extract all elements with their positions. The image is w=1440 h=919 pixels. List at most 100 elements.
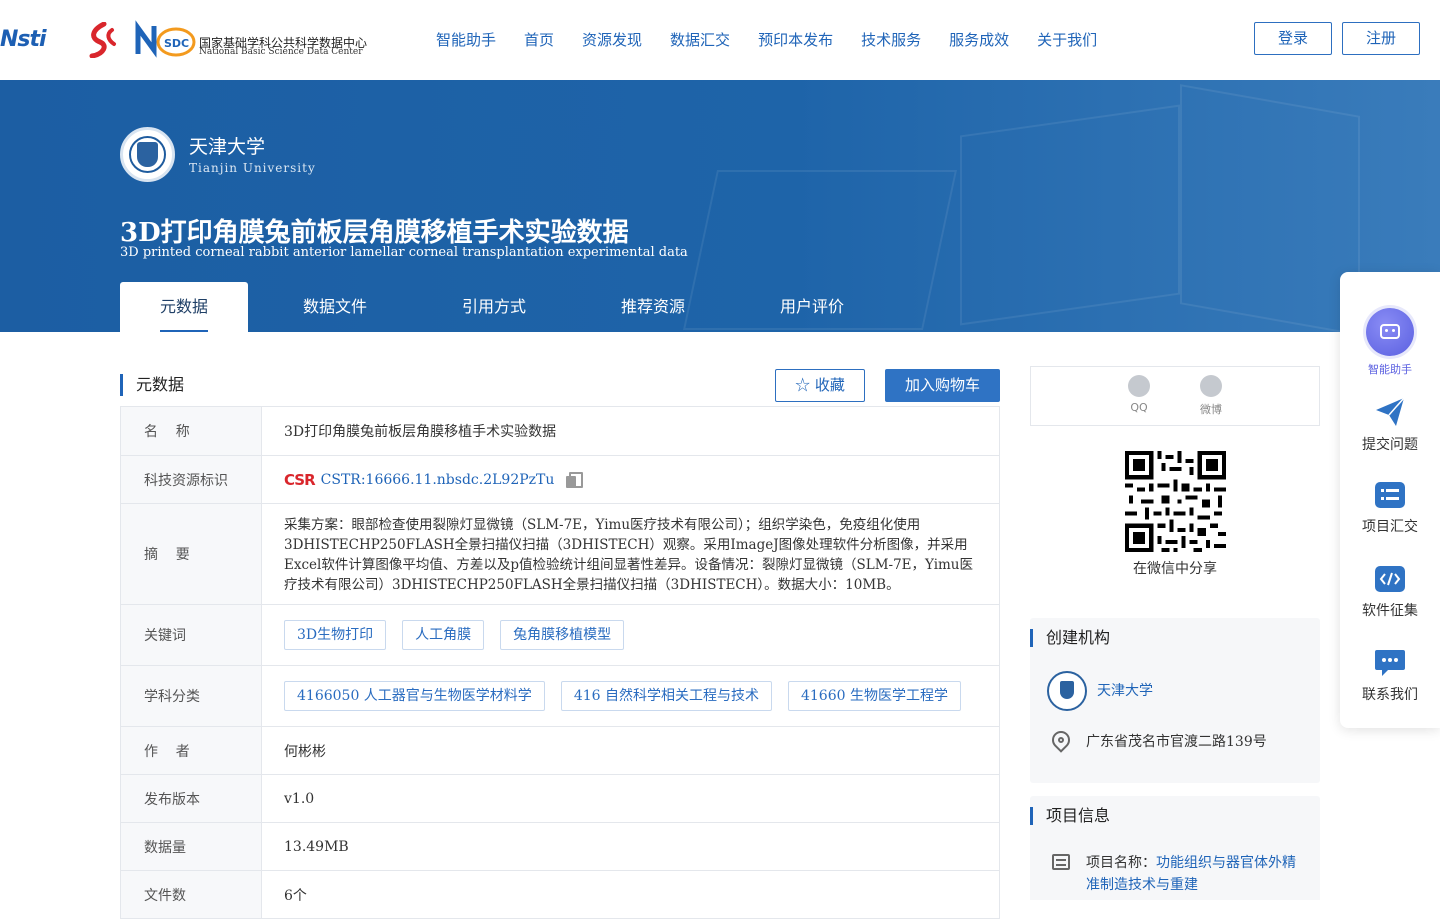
field-value: 6个 bbox=[284, 887, 307, 904]
table-row: 名 称 3D打印角膜兔前板层角膜移植手术实验数据 bbox=[121, 407, 999, 456]
abstract-text: 采集方案：眼部检查使用裂隙灯显微镜（SLM-7E，Yimu医疗技术有限公司）；组… bbox=[284, 517, 974, 593]
login-button[interactable]: 登录 bbox=[1254, 22, 1332, 55]
float-software-collect[interactable]: 软件征集 bbox=[1340, 564, 1440, 620]
dataset-title-en: 3D printed corneal rabbit anterior lamel… bbox=[120, 245, 688, 260]
float-ai-assistant[interactable]: 智能助手 bbox=[1340, 361, 1440, 377]
creator-title: 创建机构 bbox=[1030, 629, 1110, 647]
tab-user-reviews[interactable]: 用户评价 bbox=[740, 282, 884, 332]
s-brand-logo[interactable] bbox=[82, 22, 122, 58]
creator-org-link[interactable]: 天津大学 bbox=[1097, 680, 1153, 700]
dataset-banner: 天津大学 Tianjin University 3D打印角膜兔前板层角膜移植手术… bbox=[0, 80, 1440, 332]
banner-decoration bbox=[1180, 84, 1360, 332]
metadata-table: 名 称 3D打印角膜兔前板层角膜移植手术实验数据 科技资源标识 CSR CSTR… bbox=[120, 406, 1000, 919]
nav-home[interactable]: 首页 bbox=[524, 28, 554, 52]
register-button[interactable]: 注册 bbox=[1342, 22, 1420, 55]
star-icon: ☆ bbox=[795, 376, 811, 394]
share-weibo-label: 微博 bbox=[1200, 403, 1222, 416]
field-label: 科技资源标识 bbox=[121, 456, 262, 503]
field-value: v1.0 bbox=[284, 790, 315, 807]
favorite-button[interactable]: ☆ 收藏 bbox=[775, 369, 865, 402]
table-row: 关键词 3D生物打印 人工角膜 兔角膜移植模型 bbox=[121, 605, 999, 666]
creator-panel: 创建机构 天津大学 广东省茂名市官渡二路139号 bbox=[1030, 618, 1320, 783]
field-value: 何彬彬 bbox=[284, 743, 326, 760]
nav-ai-assistant[interactable]: 智能助手 bbox=[436, 28, 496, 52]
tab-metadata[interactable]: 元数据 bbox=[120, 282, 248, 332]
field-label: 发布版本 bbox=[121, 775, 262, 822]
field-label: 数据量 bbox=[121, 823, 262, 870]
table-row: 发布版本 v1.0 bbox=[121, 775, 999, 823]
subject-tag[interactable]: 416 自然科学相关工程与技术 bbox=[560, 681, 772, 711]
field-label: 学科分类 bbox=[121, 666, 262, 726]
keyword-tag[interactable]: 兔角膜移植模型 bbox=[500, 620, 625, 650]
float-project-collect[interactable]: 项目汇交 bbox=[1340, 480, 1440, 536]
project-label: 项目名称： bbox=[1086, 855, 1156, 871]
top-navigation-bar: Nsti SDC 国家基础学科公共科学数据中心 National Basic S… bbox=[0, 0, 1440, 80]
tab-data-files[interactable]: 数据文件 bbox=[248, 282, 422, 332]
table-row: 文件数 6个 bbox=[121, 871, 999, 919]
share-box: QQ 微博 bbox=[1030, 366, 1320, 426]
nsti-logo[interactable]: Nsti bbox=[0, 22, 70, 58]
field-label: 作 者 bbox=[121, 727, 262, 774]
nsdc-mark-icon: SDC bbox=[135, 20, 196, 58]
keyword-tag[interactable]: 3D生物打印 bbox=[284, 620, 387, 650]
table-row: 数据量 13.49MB bbox=[121, 823, 999, 871]
float-submit-question[interactable]: 提交问题 bbox=[1340, 396, 1440, 454]
field-label: 摘 要 bbox=[121, 504, 262, 604]
table-row: 学科分类 4166050 人工器官与生物医学材料学 416 自然科学相关工程与技… bbox=[121, 666, 999, 727]
subject-tag[interactable]: 41660 生物医学工程学 bbox=[787, 681, 961, 711]
table-row: 作 者 何彬彬 bbox=[121, 727, 999, 775]
float-project-label: 项目汇交 bbox=[1362, 519, 1418, 535]
university-name-en: Tianjin University bbox=[189, 161, 316, 175]
nav-about[interactable]: 关于我们 bbox=[1037, 28, 1097, 52]
project-list-icon bbox=[1052, 854, 1070, 870]
metadata-section-title: 元数据 bbox=[120, 374, 184, 396]
nsdc-logo[interactable]: SDC 国家基础学科公共科学数据中心 National Basic Scienc… bbox=[134, 20, 367, 60]
nsdc-name-en: National Basic Science Data Center bbox=[199, 47, 363, 57]
code-icon bbox=[1375, 566, 1405, 592]
keyword-list: 3D生物打印 人工角膜 兔角膜移植模型 bbox=[262, 605, 999, 665]
field-label: 关键词 bbox=[121, 605, 262, 665]
creator-org-logo bbox=[1047, 671, 1087, 711]
university-logo bbox=[120, 127, 175, 182]
nsdc-badge-text: SDC bbox=[164, 37, 189, 50]
subject-list: 4166050 人工器官与生物医学材料学 416 自然科学相关工程与技术 416… bbox=[262, 666, 999, 726]
share-weibo-button[interactable]: 微博 bbox=[1191, 375, 1231, 417]
nav-resource-discovery[interactable]: 资源发现 bbox=[582, 28, 642, 52]
float-submit-label: 提交问题 bbox=[1362, 437, 1418, 453]
float-software-label: 软件征集 bbox=[1362, 603, 1418, 619]
copy-icon[interactable] bbox=[566, 471, 584, 488]
creator-address: 广东省茂名市官渡二路139号 bbox=[1086, 734, 1267, 750]
field-value: 13.49MB bbox=[284, 838, 349, 855]
dataset-tabs: 元数据 数据文件 引用方式 推荐资源 用户评价 bbox=[120, 282, 884, 332]
tab-citation[interactable]: 引用方式 bbox=[422, 282, 566, 332]
nav-data-submission[interactable]: 数据汇交 bbox=[670, 28, 730, 52]
share-qq-button[interactable]: QQ bbox=[1119, 375, 1159, 414]
floating-sidebar: 智能助手 提交问题 项目汇交 软件征集 联系我们 bbox=[1340, 272, 1440, 728]
tab-recommended[interactable]: 推荐资源 bbox=[566, 282, 740, 332]
nav-service-results[interactable]: 服务成效 bbox=[949, 28, 1009, 52]
share-qq-label: QQ bbox=[1130, 401, 1148, 414]
keyword-tag[interactable]: 人工角膜 bbox=[402, 620, 485, 650]
nav-preprint[interactable]: 预印本发布 bbox=[758, 28, 833, 52]
float-contact-label: 联系我们 bbox=[1362, 687, 1418, 703]
cstr-identifier-link[interactable]: CSTR:16666.11.nbsdc.2L92PzTu bbox=[321, 472, 555, 488]
field-label: 名 称 bbox=[121, 407, 262, 455]
table-row: 摘 要 采集方案：眼部检查使用裂隙灯显微镜（SLM-7E，Yimu医疗技术有限公… bbox=[121, 504, 999, 605]
banner-decoration bbox=[960, 104, 1180, 326]
subject-tag[interactable]: 4166050 人工器官与生物医学材料学 bbox=[284, 681, 545, 711]
add-to-cart-button[interactable]: 加入购物车 bbox=[885, 369, 1000, 402]
dataset-title: 3D打印角膜兔前板层角膜移植手术实验数据 bbox=[120, 218, 629, 248]
robot-icon[interactable] bbox=[1366, 308, 1414, 356]
nav-tech-service[interactable]: 技术服务 bbox=[861, 28, 921, 52]
list-icon bbox=[1375, 482, 1405, 508]
qq-icon bbox=[1128, 375, 1150, 397]
project-panel: 项目信息 项目名称：功能组织与器官体外精准制造技术与重建 bbox=[1030, 796, 1320, 900]
location-pin-icon bbox=[1048, 727, 1074, 753]
project-info: 项目名称：功能组织与器官体外精准制造技术与重建 bbox=[1086, 852, 1306, 896]
cstr-logo-icon: CSR bbox=[284, 470, 316, 489]
qr-caption: 在微信中分享 bbox=[1133, 561, 1217, 577]
paper-plane-icon bbox=[1376, 397, 1405, 426]
field-label: 文件数 bbox=[121, 871, 262, 918]
main-nav: 智能助手 首页 资源发现 数据汇交 预印本发布 技术服务 服务成效 关于我们 bbox=[436, 28, 1125, 52]
float-contact-us[interactable]: 联系我们 bbox=[1340, 648, 1440, 704]
